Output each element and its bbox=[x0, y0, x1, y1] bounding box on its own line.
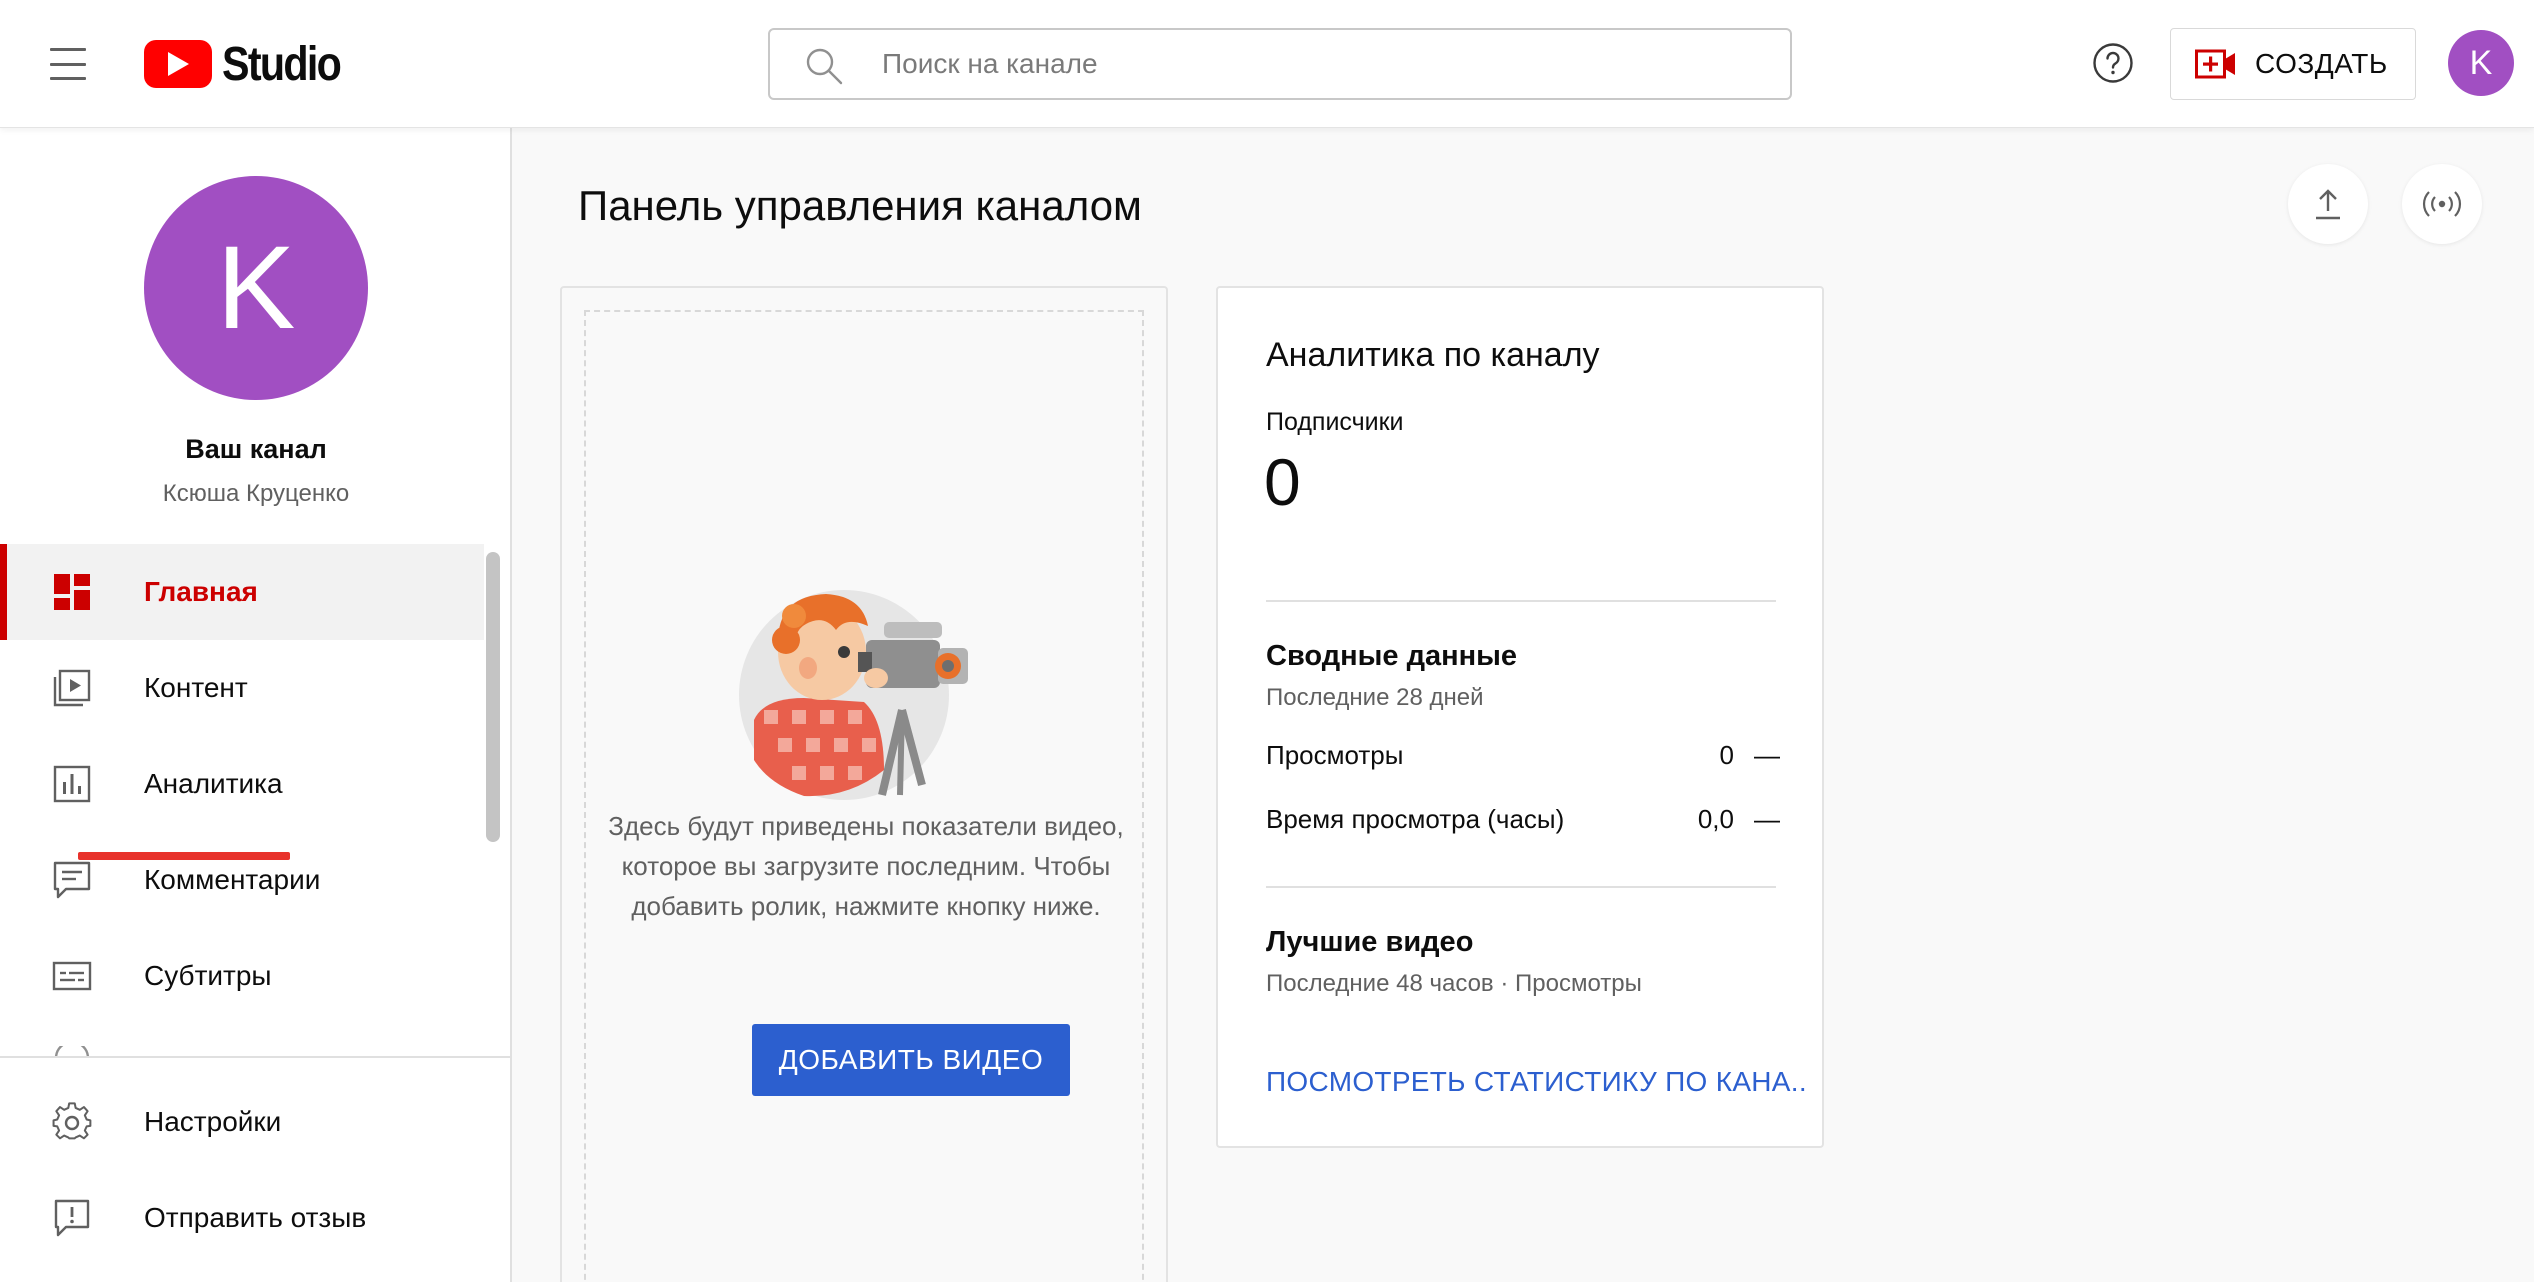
hover-underline bbox=[78, 852, 290, 860]
sidebar-item-label: Главная bbox=[144, 576, 258, 607]
hamburger-line bbox=[50, 77, 86, 80]
dashboard-icon bbox=[54, 574, 90, 610]
analytics-icon bbox=[53, 765, 91, 803]
sidebar-divider bbox=[0, 1056, 510, 1058]
empty-state-text: Здесь будут приведены показатели видео, … bbox=[608, 811, 1124, 921]
feedback-icon bbox=[54, 1199, 90, 1237]
views-value: 0 bbox=[1719, 740, 1734, 770]
subscribers-label: Подписчики bbox=[1266, 408, 1404, 436]
search-icon bbox=[806, 48, 843, 85]
divider bbox=[1266, 600, 1776, 602]
divider bbox=[1266, 886, 1776, 888]
main-content: Панель управления каналом Здесь будут пр… bbox=[512, 128, 2534, 1282]
comments-icon bbox=[53, 861, 91, 899]
summary-period: Последние 28 дней bbox=[1266, 684, 1484, 711]
youtube-play-icon bbox=[144, 40, 212, 88]
sidebar-item-content[interactable]: Контент bbox=[0, 640, 484, 736]
help-icon[interactable] bbox=[2092, 42, 2134, 84]
page-title: Панель управления каналом bbox=[578, 182, 1142, 229]
sidebar-item-label: Отправить отзыв bbox=[144, 1202, 367, 1233]
gear-icon bbox=[52, 1102, 92, 1140]
create-button-label: СОЗДАТЬ bbox=[2255, 48, 2388, 79]
sidebar-item-dashboard[interactable]: Главная bbox=[0, 544, 484, 640]
live-stream-icon bbox=[2422, 191, 2462, 217]
cameraman-illustration bbox=[739, 590, 968, 800]
search-input[interactable] bbox=[882, 30, 1762, 98]
watch-time-label: Время просмотра (часы) bbox=[1266, 804, 1565, 834]
search-box[interactable] bbox=[768, 28, 1792, 100]
sidebar-item-label: Комментарии bbox=[144, 864, 321, 895]
logo-text: Studio bbox=[222, 37, 342, 91]
sidebar-item-comments[interactable]: Комментарии bbox=[0, 832, 484, 928]
partial-nav-icon bbox=[54, 1046, 90, 1056]
views-label: Просмотры bbox=[1266, 740, 1404, 770]
watch-time-trend: — bbox=[1754, 804, 1780, 834]
sidebar-item-label: Аналитика bbox=[144, 768, 283, 799]
upload-button[interactable] bbox=[2288, 164, 2368, 244]
subscribers-count: 0 bbox=[1264, 445, 1301, 519]
view-channel-stats-link[interactable]: ПОСМОТРЕТЬ СТАТИСТИКУ ПО КАНА... bbox=[1266, 1066, 1806, 1098]
account-avatar[interactable]: K bbox=[2448, 30, 2514, 96]
analytics-title: Аналитика по каналу bbox=[1266, 336, 1600, 374]
channel-name: Ксюша Круценко bbox=[162, 480, 350, 507]
top-app-bar: Studio СОЗДАТЬ K bbox=[0, 0, 2534, 128]
latest-video-card: Здесь будут приведены показатели видео, … bbox=[560, 286, 1168, 1282]
hamburger-menu-icon[interactable] bbox=[48, 44, 88, 84]
subtitles-icon bbox=[52, 961, 92, 991]
channel-analytics-card: Аналитика по каналу Подписчики 0 Сводные… bbox=[1216, 286, 1824, 1148]
sidebar-item-analytics[interactable]: Аналитика bbox=[0, 736, 484, 832]
views-trend: — bbox=[1754, 740, 1780, 770]
channel-avatar[interactable]: K bbox=[144, 176, 368, 400]
upload-icon bbox=[2316, 189, 2340, 220]
sidebar-item-label: Настройки bbox=[144, 1106, 282, 1137]
sidebar-item-label: Субтитры bbox=[144, 960, 272, 991]
sidebar-item-feedback[interactable]: Отправить отзыв bbox=[0, 1170, 510, 1266]
go-live-button[interactable] bbox=[2402, 164, 2482, 244]
sidebar-item-settings[interactable]: Настройки bbox=[0, 1074, 510, 1170]
sidebar-scrollbar[interactable] bbox=[486, 552, 500, 842]
hamburger-line bbox=[50, 48, 86, 51]
content-icon bbox=[53, 669, 91, 707]
sidebar: K Ваш канал Ксюша Круценко Главная Конте… bbox=[0, 128, 512, 1282]
add-video-button[interactable]: ДОБАВИТЬ ВИДЕО bbox=[752, 1024, 1070, 1096]
sidebar-nav: Главная Контент Аналитика Комментарии Су… bbox=[0, 544, 484, 1024]
summary-title: Сводные данные bbox=[1266, 640, 1518, 672]
top-videos-title: Лучшие видео bbox=[1266, 926, 1474, 958]
create-button[interactable]: СОЗДАТЬ bbox=[2170, 28, 2416, 100]
sidebar-bottom-nav: Настройки Отправить отзыв bbox=[0, 1074, 510, 1266]
watch-time-value: 0,0 bbox=[1697, 804, 1734, 834]
sidebar-item-subtitles[interactable]: Субтитры bbox=[0, 928, 484, 1024]
hamburger-line bbox=[50, 62, 86, 66]
youtube-studio-logo[interactable]: Studio bbox=[144, 36, 359, 92]
channel-title: Ваш канал bbox=[185, 434, 327, 464]
sidebar-item-label: Контент bbox=[144, 672, 248, 703]
create-video-icon bbox=[2195, 49, 2235, 79]
top-videos-period: Последние 48 часов · Просмотры bbox=[1266, 970, 1642, 997]
